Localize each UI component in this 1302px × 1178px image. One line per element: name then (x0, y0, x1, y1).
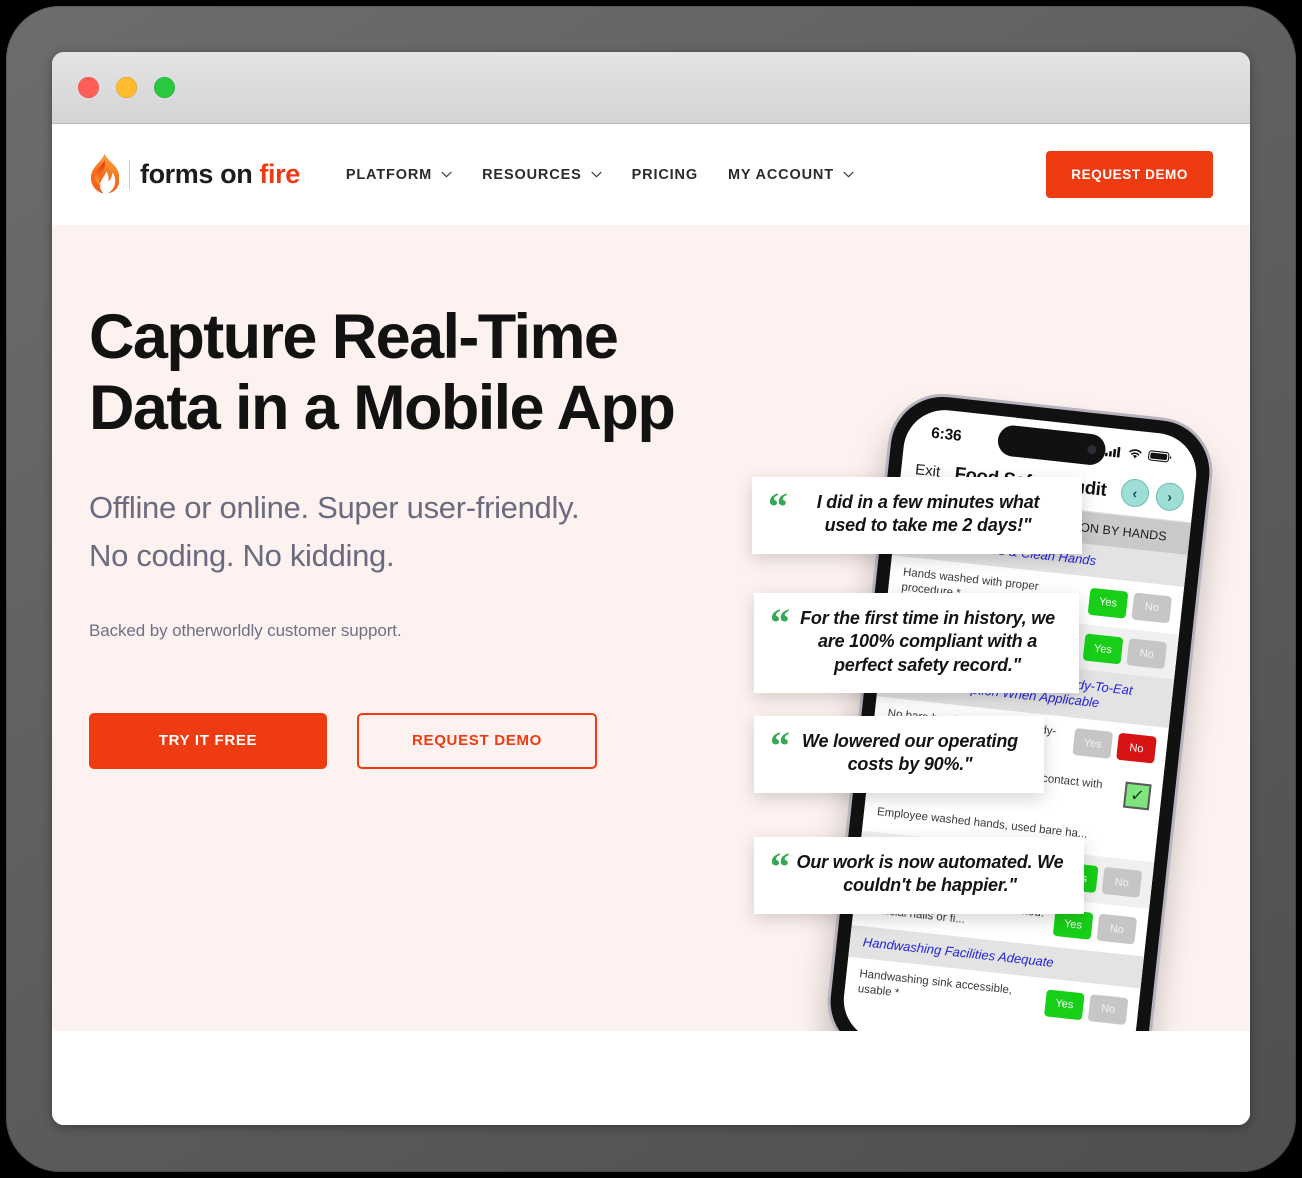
quote-mark-icon: “ (770, 609, 790, 638)
yes-option[interactable]: Yes (1072, 728, 1113, 759)
no-option[interactable]: No (1096, 914, 1137, 945)
testimonial-text: I did in a few minutes what used to take… (794, 491, 1062, 538)
headline-line-2: Data in a Mobile App (89, 373, 674, 443)
yes-option[interactable]: Yes (1044, 989, 1085, 1020)
no-option[interactable]: No (1126, 638, 1167, 669)
chevron-right-icon[interactable]: › (1154, 481, 1185, 512)
yes-no-toggle[interactable]: Yes No (1044, 989, 1128, 1025)
testimonial-card: “ Our work is now automated. We couldn't… (754, 837, 1084, 914)
yes-no-toggle[interactable]: Yes No (1053, 909, 1137, 945)
logo-wordmark: forms on fire (140, 159, 300, 190)
window-controls (78, 77, 175, 98)
page-footer-strip (52, 1031, 1250, 1125)
minimize-window-button[interactable] (116, 77, 137, 98)
testimonial-card: “ We lowered our operating costs by 90%.… (754, 716, 1044, 793)
hero-copy: Capture Real-Time Data in a Mobile App O… (89, 302, 729, 769)
checkbox-checked-icon[interactable]: ✓ (1123, 782, 1152, 811)
nav-menu: PLATFORM RESOURCES PRICING (346, 167, 854, 183)
hero-section: Capture Real-Time Data in a Mobile App O… (52, 225, 1250, 1031)
flame-icon (89, 153, 119, 197)
no-option[interactable]: No (1088, 994, 1129, 1025)
hero-subheading: Offline or online. Super user-friendly. … (89, 484, 729, 581)
page-title: Capture Real-Time Data in a Mobile App (89, 302, 729, 443)
yes-option[interactable]: Yes (1053, 909, 1094, 940)
signal-bars-icon (1104, 444, 1123, 464)
wifi-icon (1126, 446, 1144, 466)
close-window-button[interactable] (78, 77, 99, 98)
no-option[interactable]: No (1131, 592, 1172, 623)
chevron-down-icon (441, 171, 452, 178)
nav-item-pricing[interactable]: PRICING (632, 167, 698, 183)
testimonial-text: For the first time in history, we are 10… (796, 607, 1059, 677)
try-it-free-button[interactable]: TRY IT FREE (89, 713, 327, 769)
yes-no-toggle[interactable]: Yes No (1088, 587, 1172, 623)
battery-icon (1147, 448, 1173, 468)
nav-label-pricing: PRICING (632, 167, 698, 183)
web-page: forms on fire PLATFORM RESOURCES (52, 124, 1250, 1125)
yes-no-toggle[interactable]: Yes No (1083, 634, 1167, 670)
record-nav: ‹ › (1120, 478, 1186, 513)
headline-line-1: Capture Real-Time (89, 302, 617, 372)
chevron-left-icon[interactable]: ‹ (1120, 478, 1151, 509)
status-indicators (1104, 444, 1173, 469)
logo-divider (129, 160, 130, 190)
browser-window: forms on fire PLATFORM RESOURCES (52, 52, 1250, 1125)
no-option[interactable]: No (1102, 867, 1143, 898)
yes-option[interactable]: Yes (1083, 634, 1124, 665)
request-demo-button[interactable]: REQUEST DEMO (357, 713, 597, 769)
subhead-line-2: No coding. No kidding. (89, 538, 394, 573)
nav-item-platform[interactable]: PLATFORM (346, 167, 452, 183)
hero-support-note: Backed by otherworldly customer support. (89, 621, 729, 641)
no-option[interactable]: No (1116, 733, 1157, 764)
quote-mark-icon: “ (770, 853, 790, 882)
question-text: Handwashing sink accessible, usable * (857, 967, 1039, 1016)
testimonial-text: Our work is now automated. We couldn't b… (796, 851, 1064, 898)
testimonial-text: We lowered our operating costs by 90%." (796, 730, 1024, 777)
nav-label-platform: PLATFORM (346, 167, 432, 183)
front-camera-icon (1087, 445, 1097, 455)
testimonial-card: “ For the first time in history, we are … (754, 593, 1079, 693)
chevron-down-icon (843, 171, 854, 178)
dynamic-island (996, 424, 1107, 466)
hero-cta-row: TRY IT FREE REQUEST DEMO (89, 713, 729, 769)
nav-label-resources: RESOURCES (482, 167, 582, 183)
browser-titlebar (52, 52, 1250, 124)
status-time: 6:36 (930, 425, 962, 446)
quote-mark-icon: “ (768, 493, 788, 522)
quote-mark-icon: “ (770, 732, 790, 761)
nav-item-resources[interactable]: RESOURCES (482, 167, 602, 183)
subhead-line-1: Offline or online. Super user-friendly. (89, 490, 579, 525)
nav-item-my-account[interactable]: MY ACCOUNT (728, 167, 854, 183)
yes-option[interactable]: Yes (1088, 587, 1129, 618)
yes-no-toggle[interactable]: Yes No (1072, 728, 1156, 764)
nav-request-demo-button[interactable]: REQUEST DEMO (1046, 151, 1213, 198)
testimonial-card: “ I did in a few minutes what used to ta… (752, 477, 1082, 554)
screenshot-stage: forms on fire PLATFORM RESOURCES (0, 0, 1302, 1178)
maximize-window-button[interactable] (154, 77, 175, 98)
nav-label-my-account: MY ACCOUNT (728, 167, 834, 183)
chevron-down-icon (591, 171, 602, 178)
logo-text-dark: forms on (140, 159, 259, 189)
logo[interactable]: forms on fire (89, 153, 300, 197)
site-navbar: forms on fire PLATFORM RESOURCES (52, 124, 1250, 225)
logo-text-accent: fire (259, 159, 299, 189)
